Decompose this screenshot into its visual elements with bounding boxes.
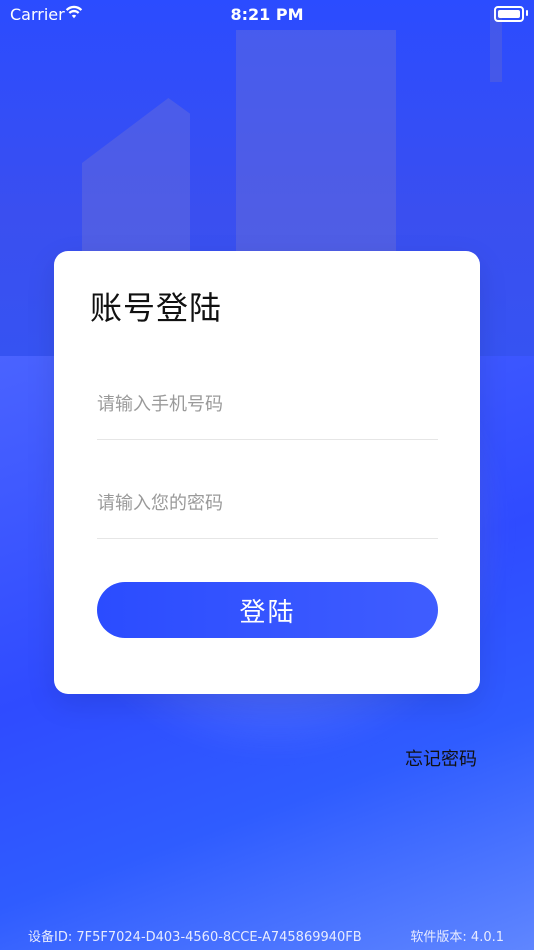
password-divider <box>97 538 438 539</box>
battery-icon <box>494 6 524 22</box>
device-id-text: 设备ID: 7F5F7024-D403-4560-8CCE-A745869940… <box>28 930 362 945</box>
phone-divider <box>97 439 438 440</box>
forgot-password-link[interactable]: 忘记密码 <box>405 745 477 771</box>
password-input[interactable] <box>97 481 437 525</box>
battery-tip <box>526 10 528 16</box>
status-bar: Carrier 8:21 PM <box>0 0 534 30</box>
login-button[interactable]: 登陆 <box>97 582 438 638</box>
battery-fill <box>498 10 520 18</box>
phone-input[interactable] <box>97 382 437 426</box>
clock: 8:21 PM <box>230 5 304 24</box>
version-text: 软件版本: 4.0.1 <box>410 930 504 945</box>
login-card: 账号登陆 登陆 <box>54 251 480 694</box>
card-title: 账号登陆 <box>90 289 223 327</box>
